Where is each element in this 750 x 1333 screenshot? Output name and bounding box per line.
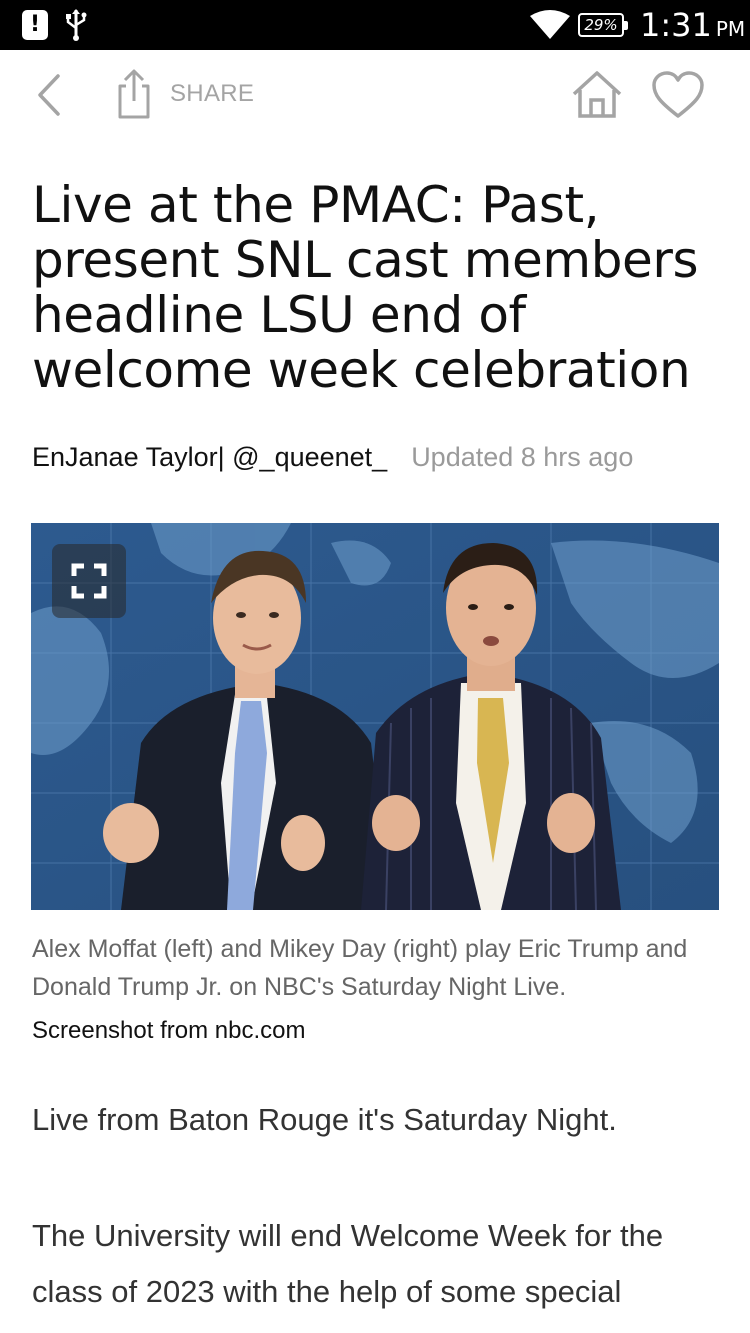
clock: 1:31 PM [640, 6, 745, 44]
usb-icon [66, 9, 87, 41]
photo-credit: Screenshot from nbc.com [32, 1017, 306, 1044]
battery-indicator: 29% [578, 13, 628, 37]
status-bar: ! 29% 1:31 PM [0, 0, 750, 50]
article-toolbar: SHARE [0, 50, 750, 142]
share-button[interactable]: SHARE [112, 68, 260, 120]
heart-icon[interactable] [650, 70, 706, 120]
article-photo[interactable] [31, 523, 719, 910]
author-name[interactable]: EnJanae Taylor| @_queenet_ [32, 442, 387, 472]
article-byline: EnJanae Taylor| @_queenet_ Updated 8 hrs … [32, 442, 633, 473]
clock-ampm: PM [715, 17, 746, 41]
wifi-icon [530, 10, 570, 39]
alert-icon: ! [22, 10, 48, 40]
expand-icon [71, 563, 107, 599]
clock-time: 1:31 [640, 6, 712, 44]
article-paragraph-1: Live from Baton Rouge it's Saturday Nigh… [32, 1102, 617, 1137]
article-headline: Live at the PMAC: Past, present SNL cast… [32, 176, 699, 399]
share-icon [118, 69, 150, 119]
share-label: SHARE [170, 80, 255, 107]
article-paragraph-2: The University will end Welcome Week for… [32, 1218, 664, 1333]
expand-photo-button[interactable] [52, 544, 126, 618]
home-icon[interactable] [570, 70, 624, 120]
chevron-left-icon[interactable] [30, 72, 70, 118]
photo-illustration [31, 523, 719, 910]
photo-caption: Alex Moffat (left) and Mikey Day (right)… [32, 935, 688, 1001]
updated-time: Updated 8 hrs ago [411, 442, 634, 472]
